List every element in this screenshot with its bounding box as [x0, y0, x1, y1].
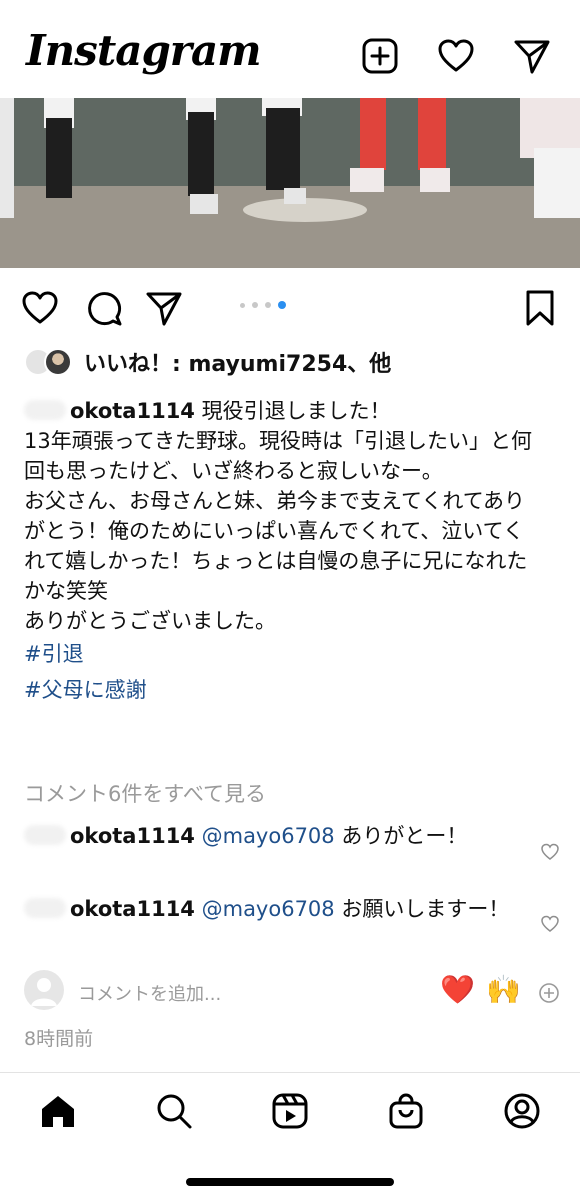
home-icon[interactable] — [38, 1091, 78, 1131]
liker-avatars — [24, 347, 82, 377]
post-actions — [0, 272, 580, 340]
redacted-blur — [24, 825, 66, 845]
save-icon[interactable] — [520, 288, 560, 328]
add-emoji-icon[interactable] — [538, 982, 560, 1004]
profile-icon[interactable] — [502, 1091, 542, 1131]
comment-icon[interactable] — [84, 288, 124, 328]
comment-like-icon[interactable] — [540, 842, 560, 862]
hashtag-link[interactable]: #引退 — [24, 636, 544, 672]
avatar — [44, 348, 72, 376]
post-caption: okota1114 現役引退しました！ 13年頑張ってきた野球。現役時は「引退し… — [24, 396, 544, 708]
caption-line: 13年頑張ってきた野球。現役時は「引退したい」と何回も思ったけど、いざ終わると寂… — [24, 429, 533, 483]
post-photo — [0, 98, 580, 268]
comment-item: okota1114 @mayo6708 お願いしますー！ — [24, 893, 524, 925]
caption-username[interactable]: okota1114 — [70, 399, 195, 423]
redacted-blur — [24, 400, 66, 420]
raising-hands-emoji-button[interactable]: 🙌 — [486, 974, 521, 1006]
post-media[interactable] — [0, 98, 580, 268]
search-icon[interactable] — [154, 1091, 194, 1131]
home-indicator[interactable] — [186, 1178, 394, 1186]
user-avatar-icon — [24, 970, 64, 1010]
comment-mention[interactable]: @mayo6708 — [202, 824, 335, 848]
add-post-icon[interactable] — [360, 36, 400, 76]
comment-text: ありがとー！ — [341, 824, 468, 848]
comment-mention[interactable]: @mayo6708 — [202, 897, 335, 921]
add-comment-row: コメントを追加... ❤️ 🙌 — [24, 970, 560, 1012]
comment-like-icon[interactable] — [540, 914, 560, 934]
caption-line: 現役引退しました！ — [201, 399, 391, 423]
instagram-logo[interactable]: Instagram — [26, 26, 262, 75]
shop-icon[interactable] — [386, 1091, 426, 1131]
caption-line: ありがとうございました。 — [24, 609, 276, 633]
likes-text[interactable]: いいね！: mayumi7254、他 — [84, 346, 391, 378]
comment-text: お願いしますー！ — [341, 897, 510, 921]
heart-icon[interactable] — [436, 36, 476, 76]
likes-row[interactable]: いいね！: mayumi7254、他 — [24, 344, 391, 380]
post-timestamp: 8時間前 — [24, 1028, 94, 1050]
add-comment-input[interactable]: コメントを追加... — [78, 980, 221, 1006]
reels-icon[interactable] — [270, 1091, 310, 1131]
carousel-indicator — [240, 301, 286, 309]
like-icon[interactable] — [20, 288, 60, 328]
view-all-comments-link[interactable]: コメント6件をすべて見る — [24, 778, 266, 808]
hashtag-link[interactable]: #父母に感謝 — [24, 672, 544, 708]
carousel-dot — [240, 302, 245, 308]
direct-message-icon[interactable] — [512, 36, 552, 76]
heart-emoji-button[interactable]: ❤️ — [440, 974, 475, 1006]
comment-username[interactable]: okota1114 — [70, 824, 195, 848]
carousel-dot-active — [278, 301, 286, 309]
caption-line: お父さん、お母さんと妹、弟今まで支えてくれてありがとう！俺のためにいっぱい喜んで… — [24, 489, 528, 603]
top-bar: Instagram — [0, 0, 580, 98]
carousel-dot — [252, 302, 258, 308]
comment-username[interactable]: okota1114 — [70, 897, 195, 921]
carousel-dot — [265, 302, 271, 308]
share-icon[interactable] — [144, 288, 184, 328]
comment-item: okota1114 @mayo6708 ありがとー！ — [24, 820, 524, 852]
redacted-blur — [24, 898, 66, 918]
